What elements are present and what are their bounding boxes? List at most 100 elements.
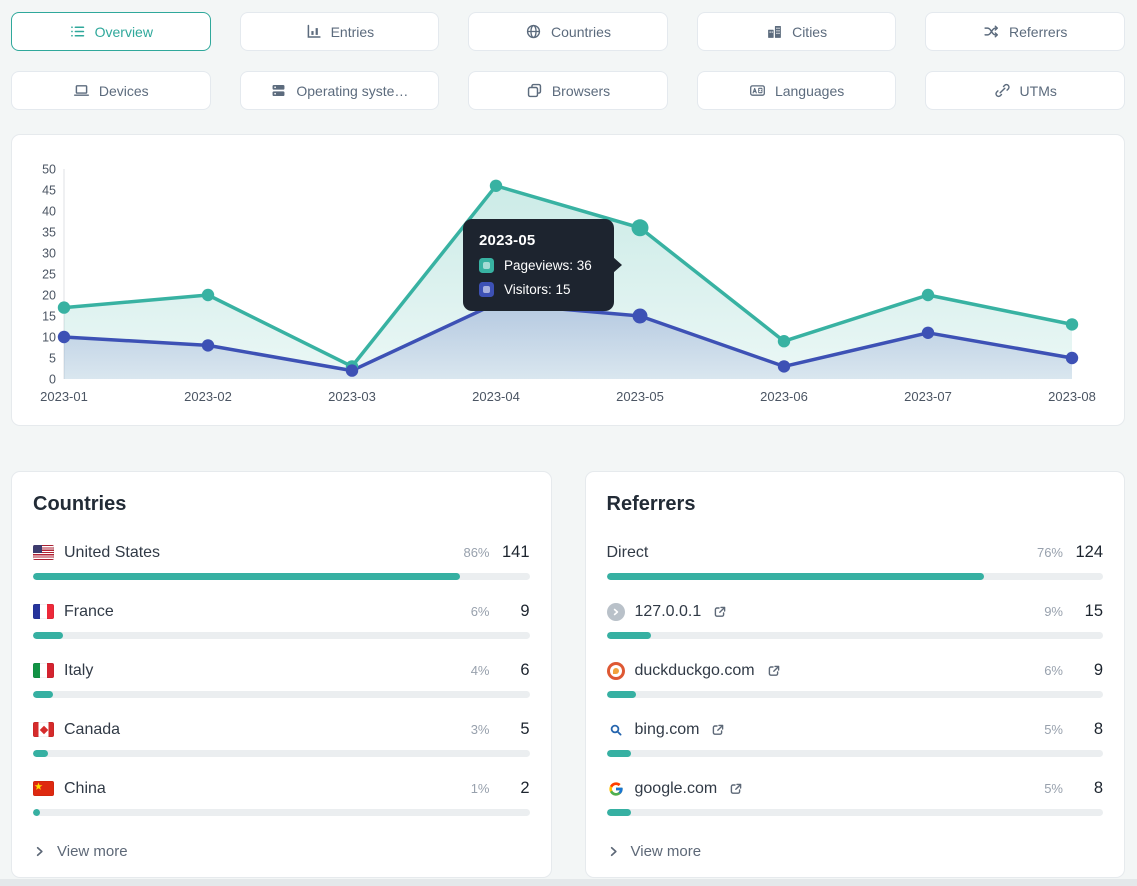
progress-track (33, 632, 530, 639)
progress-track (607, 632, 1104, 639)
tab-entries[interactable]: Entries (240, 12, 440, 51)
external-link-icon[interactable] (713, 605, 727, 619)
countries-view-more-button[interactable]: View more (33, 843, 530, 860)
referrer-count: 8 (1073, 779, 1103, 798)
country-name: France (64, 603, 114, 621)
external-link-icon[interactable] (767, 664, 781, 678)
tab-countries[interactable]: Countries (468, 12, 668, 51)
progress-track (607, 750, 1104, 757)
country-count: 141 (500, 543, 530, 562)
referrer-name: Direct (607, 544, 649, 562)
svg-text:2023-02: 2023-02 (184, 389, 232, 404)
shuffle-icon (983, 23, 1000, 40)
tab-label: Cities (792, 24, 827, 40)
referrer-row-localhost: 127.0.0.1 9% 15 (607, 602, 1104, 639)
referrer-pct: 5% (1029, 781, 1063, 796)
view-more-label: View more (631, 843, 702, 860)
ip-favicon (607, 603, 625, 621)
referrer-count: 8 (1073, 720, 1103, 739)
referrer-row-duckduckgo: duckduckgo.com 6% 9 (607, 661, 1104, 698)
country-row-france: France 6% 9 (33, 602, 530, 639)
svg-text:45: 45 (42, 184, 56, 198)
tab-cities[interactable]: Cities (697, 12, 897, 51)
svg-text:20: 20 (42, 289, 56, 303)
country-count: 6 (500, 661, 530, 680)
bar-chart-icon (305, 23, 322, 40)
referrer-row-direct: Direct 76% 124 (607, 543, 1104, 580)
tooltip-pageviews-row: Pageviews: 36 (479, 258, 598, 273)
country-pct: 1% (456, 781, 490, 796)
countries-card-title: Countries (33, 493, 530, 516)
tab-referrers[interactable]: Referrers (925, 12, 1125, 51)
referrer-name: 127.0.0.1 (635, 603, 702, 621)
country-row-united-states: United States 86% 141 (33, 543, 530, 580)
progress-fill (607, 809, 632, 816)
svg-text:30: 30 (42, 247, 56, 261)
country-count: 2 (500, 779, 530, 798)
tab-label: UTMs (1020, 83, 1057, 99)
progress-fill (607, 573, 984, 580)
svg-text:2023-01: 2023-01 (40, 389, 88, 404)
progress-track (33, 750, 530, 757)
chevron-right-icon (33, 845, 46, 858)
referrer-name: duckduckgo.com (635, 662, 755, 680)
duckduckgo-favicon (607, 662, 625, 680)
progress-fill (607, 750, 632, 757)
traffic-chart-card: 051015202530354045502023-012023-022023-0… (11, 134, 1125, 426)
tab-operating-systems[interactable]: Operating syste… (240, 71, 440, 110)
svg-text:35: 35 (42, 226, 56, 240)
progress-track (607, 573, 1104, 580)
referrers-card: Referrers Direct 76% 124 127.0.0.1 9% (585, 471, 1126, 878)
laptop-icon (73, 82, 90, 99)
tab-label: Countries (551, 24, 611, 40)
tooltip-visitors-row: Visitors: 15 (479, 282, 598, 297)
view-more-label: View more (57, 843, 128, 860)
tab-label: Entries (331, 24, 375, 40)
svg-text:10: 10 (42, 331, 56, 345)
referrer-pct: 76% (1029, 545, 1063, 560)
tab-languages[interactable]: Languages (697, 71, 897, 110)
progress-fill (33, 691, 53, 698)
tooltip-date: 2023-05 (479, 232, 598, 249)
analytics-tabs: Overview Entries Countries Cities (11, 12, 1125, 110)
referrer-count: 9 (1073, 661, 1103, 680)
tab-label: Referrers (1009, 24, 1067, 40)
tab-browsers[interactable]: Browsers (468, 71, 668, 110)
referrer-count: 15 (1073, 602, 1103, 621)
progress-fill (33, 809, 40, 816)
country-pct: 6% (456, 604, 490, 619)
svg-text:2023-05: 2023-05 (616, 389, 664, 404)
tab-utms[interactable]: UTMs (925, 71, 1125, 110)
referrer-pct: 9% (1029, 604, 1063, 619)
progress-track (33, 691, 530, 698)
italy-flag-icon (33, 663, 54, 678)
external-link-icon[interactable] (711, 723, 725, 737)
svg-text:2023-03: 2023-03 (328, 389, 376, 404)
country-pct: 86% (456, 545, 490, 560)
country-row-china: China 1% 2 (33, 779, 530, 816)
tab-label: Operating syste… (296, 83, 408, 99)
tab-label: Browsers (552, 83, 610, 99)
svg-text:2023-06: 2023-06 (760, 389, 808, 404)
progress-fill (33, 632, 63, 639)
referrers-view-more-button[interactable]: View more (607, 843, 1104, 860)
country-row-italy: Italy 4% 6 (33, 661, 530, 698)
link-icon (994, 82, 1011, 99)
country-name: China (64, 780, 106, 798)
china-flag-icon (33, 781, 54, 796)
svg-text:25: 25 (42, 268, 56, 282)
progress-track (607, 691, 1104, 698)
visitors-swatch-icon (479, 282, 494, 297)
external-link-icon[interactable] (729, 782, 743, 796)
country-row-canada: Canada 3% 5 (33, 720, 530, 757)
country-name: Canada (64, 721, 120, 739)
progress-fill (33, 750, 48, 757)
stats-cards: Countries United States 86% 141 France 6… (11, 471, 1125, 878)
svg-text:0: 0 (49, 373, 56, 387)
tab-overview[interactable]: Overview (11, 12, 211, 51)
tab-label: Languages (775, 83, 844, 99)
tab-devices[interactable]: Devices (11, 71, 211, 110)
progress-fill (607, 632, 652, 639)
country-pct: 3% (456, 722, 490, 737)
globe-icon (525, 23, 542, 40)
